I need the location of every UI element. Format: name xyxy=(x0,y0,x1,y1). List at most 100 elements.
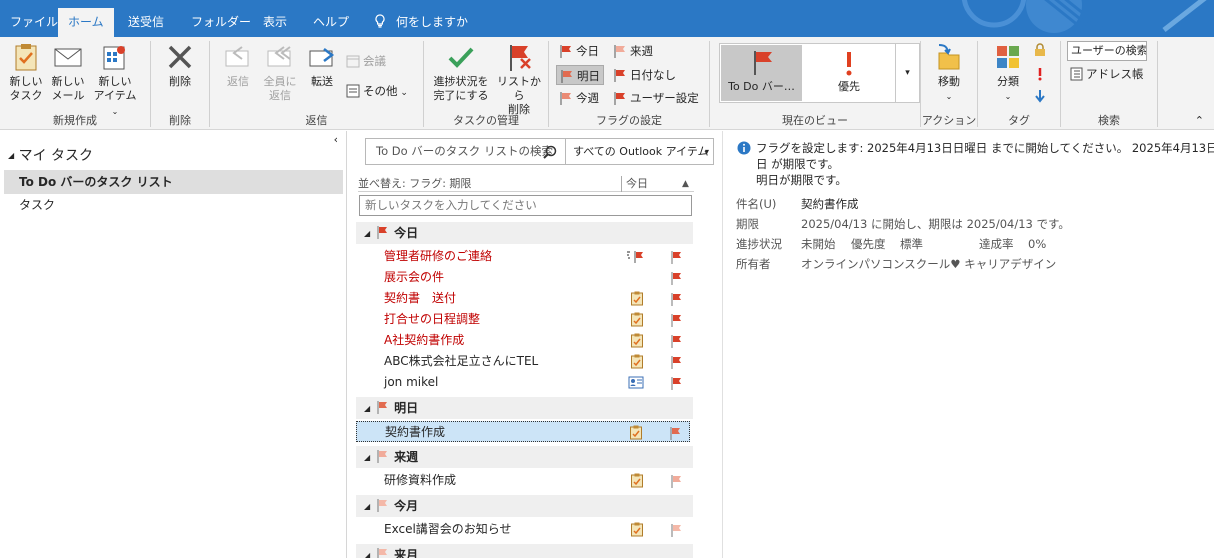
flag-icon xyxy=(377,548,388,558)
task-row[interactable]: A社契約書作成 xyxy=(356,330,690,351)
chevron-down-icon: ▾ xyxy=(704,147,709,156)
new-mail-label: 新しい メール xyxy=(51,75,85,102)
address-book-icon xyxy=(1070,67,1083,81)
view-gallery-expand[interactable]: ▾ xyxy=(895,44,919,102)
new-items-label: 新しい アイテム xyxy=(93,75,137,102)
tab-folder[interactable]: フォルダー xyxy=(181,8,261,37)
collapse-folder-pane-button[interactable]: ‹ xyxy=(334,133,338,146)
flag-this-week-label: 今週 xyxy=(576,91,599,105)
flag-tomorrow-label: 明日 xyxy=(577,69,600,83)
flag-icon xyxy=(377,401,388,414)
tab-help[interactable]: ヘルプ xyxy=(303,8,359,37)
low-importance-icon[interactable] xyxy=(1034,89,1046,103)
task-row[interactable]: 契約書作成 xyxy=(356,421,690,442)
contact-card-icon xyxy=(628,375,644,396)
task-row[interactable]: 研修資料作成 xyxy=(356,470,690,491)
move-button[interactable]: 移動 ⌄ xyxy=(929,41,969,104)
more-respond-button[interactable]: その他 ⌄ xyxy=(346,81,408,101)
new-mail-button[interactable]: 新しい メール xyxy=(48,41,88,103)
task-group-header[interactable]: ◢ 明日 xyxy=(356,397,693,419)
task-title: Excel講習会のお知らせ xyxy=(384,522,512,536)
view-todo-bar-label: To Do バー… xyxy=(728,80,795,93)
flag-icon[interactable] xyxy=(670,474,682,495)
collapse-ribbon-button[interactable]: ⌃ xyxy=(1195,114,1204,127)
meeting-button[interactable]: 会議 xyxy=(346,51,386,71)
delete-x-icon xyxy=(168,45,192,69)
search-input[interactable]: To Do バーのタスク リストの検索 xyxy=(376,139,553,164)
new-task-label: 新しい タスク xyxy=(9,75,43,102)
task-row[interactable]: 展示会の件 xyxy=(356,267,690,288)
sort-header[interactable]: 並べ替え: フラグ: 期限 今日 ▲ xyxy=(358,176,694,192)
task-group-header[interactable]: ◢ 来週 xyxy=(356,446,693,468)
new-items-button[interactable]: 新しい アイテム ⌄ xyxy=(90,41,140,119)
search-icon[interactable] xyxy=(543,145,557,159)
lock-icon[interactable] xyxy=(1034,43,1046,57)
group-delete-label: 削除 xyxy=(169,114,191,127)
owner-value: オンラインパソコンスクール♥ キャリアデザイン xyxy=(801,257,1057,271)
folder-item-tasks[interactable]: タスク xyxy=(4,194,343,216)
my-tasks-label: マイ タスク xyxy=(18,148,94,164)
task-row[interactable]: Excel講習会のお知らせ xyxy=(356,519,690,540)
remove-from-list-button[interactable]: リストから 削除 xyxy=(494,41,544,117)
collapse-triangle-icon: ◢ xyxy=(364,453,371,462)
task-group-header[interactable]: ◢ 今日 xyxy=(356,222,693,244)
view-priority-option[interactable]: 優先 xyxy=(804,45,894,101)
task-group-header[interactable]: ◢ 来月 xyxy=(356,544,693,558)
view-gallery: To Do バー… 優先 ▾ xyxy=(719,43,920,103)
search-scope-dropdown[interactable]: すべての Outlook アイテム ▾ xyxy=(565,139,714,164)
my-tasks-header[interactable]: ◢ マイ タスク xyxy=(8,145,93,167)
task-title: 打合せの日程調整 xyxy=(384,312,481,326)
reply-icon xyxy=(225,46,249,67)
tell-me-box[interactable]: 何をしますか xyxy=(364,8,478,37)
high-importance-icon[interactable] xyxy=(1036,67,1044,81)
view-todo-bar-option[interactable]: To Do バー… xyxy=(721,45,802,101)
folder-item-todo-list[interactable]: To Do バーのタスク リスト xyxy=(4,170,343,194)
task-row[interactable]: 契約書 送付 xyxy=(356,288,690,309)
remove-from-list-label: リストから 削除 xyxy=(497,75,541,116)
mark-complete-label: 進捗状況を 完了にする xyxy=(433,75,489,102)
task-list-pane: To Do バーのタスク リストの検索 すべての Outlook アイテム ▾ … xyxy=(348,131,723,558)
reply-button[interactable]: 返信 xyxy=(218,41,258,89)
search-scope-label: すべての Outlook アイテム xyxy=(573,145,709,158)
reply-all-button[interactable]: 全員に 返信 xyxy=(260,41,300,103)
task-icon xyxy=(630,522,644,544)
categorize-button[interactable]: 分類 ⌄ xyxy=(988,41,1028,104)
outlook-window: ファイル ホーム 送受信 フォルダー 表示 ヘルプ 何をしますか 新しい タスク… xyxy=(0,0,1214,558)
forward-button[interactable]: 転送 xyxy=(302,41,342,89)
address-book-button[interactable]: アドレス帳 xyxy=(1069,64,1144,84)
priority-label: 優先度 xyxy=(851,237,886,251)
task-row[interactable]: ABC株式会社足立さんにTEL xyxy=(356,351,690,372)
task-row[interactable]: 管理者研修のご連絡 xyxy=(356,246,690,267)
mark-complete-button[interactable]: 進捗状況を 完了にする xyxy=(428,41,494,103)
categorize-icon xyxy=(997,46,1019,68)
new-task-button[interactable]: 新しい タスク xyxy=(6,41,46,103)
task-row[interactable]: jon mikel xyxy=(356,372,690,393)
flag-today-button[interactable]: 今日 xyxy=(559,41,599,61)
search-people-input[interactable]: ユーザーの検索 xyxy=(1067,41,1147,61)
flag-no-date-button[interactable]: 日付なし xyxy=(613,65,676,85)
forward-label: 転送 xyxy=(311,75,333,88)
info-line-3: 明日が期限です。 xyxy=(756,173,847,187)
flag-this-week-button[interactable]: 今週 xyxy=(559,88,599,108)
tab-view[interactable]: 表示 xyxy=(253,8,297,37)
flag-next-week-button[interactable]: 来週 xyxy=(613,41,653,61)
task-row[interactable]: 打合せの日程調整 xyxy=(356,309,690,330)
new-task-input[interactable]: 新しいタスクを入力してください xyxy=(359,195,692,216)
flag-icon[interactable] xyxy=(670,523,682,544)
delete-button[interactable]: 削除 xyxy=(160,41,200,89)
task-details: 件名(U) 契約書作成 期限 2025/04/13 に開始し、期限は 2025/04… xyxy=(736,194,1070,274)
tab-home[interactable]: ホーム xyxy=(58,8,114,37)
reply-all-label: 全員に 返信 xyxy=(263,75,297,102)
flag-icon[interactable] xyxy=(669,426,681,447)
complete-value: 0% xyxy=(1028,237,1047,251)
flag-tomorrow-button[interactable]: 明日 xyxy=(556,65,604,85)
tab-send-receive[interactable]: 送受信 xyxy=(118,8,174,37)
collapse-triangle-icon: ◢ xyxy=(364,502,371,511)
meeting-label: 会議 xyxy=(363,54,386,68)
task-group-header[interactable]: ◢ 今月 xyxy=(356,495,693,517)
flag-icon[interactable] xyxy=(670,376,682,397)
flag-icon xyxy=(560,92,571,105)
flag-custom-button[interactable]: ユーザー設定 xyxy=(613,88,699,108)
sort-value: 今日 xyxy=(621,176,648,192)
sort-label: 並べ替え: フラグ: 期限 xyxy=(358,177,472,190)
